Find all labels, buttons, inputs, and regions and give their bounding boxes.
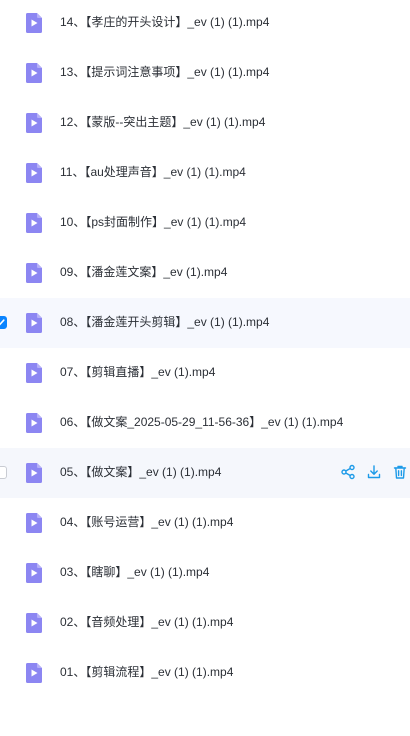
video-file-icon	[23, 312, 45, 334]
file-row[interactable]: 01、【剪辑流程】_ev (1) (1).mp4	[0, 648, 410, 698]
video-file-icon	[23, 612, 45, 634]
row-checkbox[interactable]	[0, 466, 7, 479]
video-file-icon	[23, 12, 45, 34]
video-file-icon	[23, 662, 45, 684]
file-list: 14、【孝庄的开头设计】_ev (1) (1).mp4 13、【提示词注意事项】_…	[0, 0, 410, 736]
video-file-icon	[23, 562, 45, 584]
file-row[interactable]: 06、【做文案_2025-05-29_11-56-36】_ev (1) (1).…	[0, 398, 410, 448]
video-file-icon	[23, 412, 45, 434]
file-row[interactable]: 05、【做文案】_ev (1) (1).mp4	[0, 448, 410, 498]
file-row[interactable]: 10、【ps封面制作】_ev (1) (1).mp4	[0, 198, 410, 248]
file-name[interactable]: 02、【音频处理】_ev (1) (1).mp4	[60, 614, 233, 630]
file-row[interactable]: 08、【潘金莲开头剪辑】_ev (1) (1).mp4	[0, 298, 410, 348]
file-name[interactable]: 07、【剪辑直播】_ev (1).mp4	[60, 364, 215, 380]
video-file-icon	[23, 462, 45, 484]
video-file-icon	[23, 62, 45, 84]
file-row[interactable]: 11、【au处理声音】_ev (1) (1).mp4	[0, 148, 410, 198]
file-name[interactable]: 11、【au处理声音】_ev (1) (1).mp4	[60, 164, 246, 180]
video-file-icon	[23, 512, 45, 534]
file-name[interactable]: 12、【蒙版--突出主题】_ev (1) (1).mp4	[60, 114, 265, 130]
download-icon[interactable]	[366, 464, 382, 480]
file-row[interactable]: 13、【提示词注意事项】_ev (1) (1).mp4	[0, 48, 410, 98]
file-row[interactable]: 07、【剪辑直播】_ev (1).mp4	[0, 348, 410, 398]
file-row[interactable]: 09、【潘金莲文案】_ev (1).mp4	[0, 248, 410, 298]
file-name[interactable]: 09、【潘金莲文案】_ev (1).mp4	[60, 264, 227, 280]
file-name[interactable]: 04、【账号运营】_ev (1) (1).mp4	[60, 514, 233, 530]
file-name[interactable]: 14、【孝庄的开头设计】_ev (1) (1).mp4	[60, 14, 269, 30]
file-row[interactable]: 03、【瞎聊】_ev (1) (1).mp4	[0, 548, 410, 598]
file-row[interactable]: 12、【蒙版--突出主题】_ev (1) (1).mp4	[0, 98, 410, 148]
file-name[interactable]: 03、【瞎聊】_ev (1) (1).mp4	[60, 564, 209, 580]
file-name[interactable]: 05、【做文案】_ev (1) (1).mp4	[60, 464, 221, 480]
file-row[interactable]: 02、【音频处理】_ev (1) (1).mp4	[0, 598, 410, 648]
file-row[interactable]: 04、【账号运营】_ev (1) (1).mp4	[0, 498, 410, 548]
file-name[interactable]: 06、【做文案_2025-05-29_11-56-36】_ev (1) (1).…	[60, 414, 343, 430]
file-name[interactable]: 13、【提示词注意事项】_ev (1) (1).mp4	[60, 64, 269, 80]
trash-icon[interactable]	[392, 464, 408, 480]
video-file-icon	[23, 212, 45, 234]
video-file-icon	[23, 362, 45, 384]
share-icon[interactable]	[340, 464, 356, 480]
file-name[interactable]: 08、【潘金莲开头剪辑】_ev (1) (1).mp4	[60, 314, 269, 330]
file-name[interactable]: 10、【ps封面制作】_ev (1) (1).mp4	[60, 214, 246, 230]
video-file-icon	[23, 112, 45, 134]
file-name[interactable]: 01、【剪辑流程】_ev (1) (1).mp4	[60, 664, 233, 680]
video-file-icon	[23, 262, 45, 284]
file-row[interactable]: 14、【孝庄的开头设计】_ev (1) (1).mp4	[0, 0, 410, 48]
video-file-icon	[23, 162, 45, 184]
row-checkbox[interactable]	[0, 316, 7, 329]
